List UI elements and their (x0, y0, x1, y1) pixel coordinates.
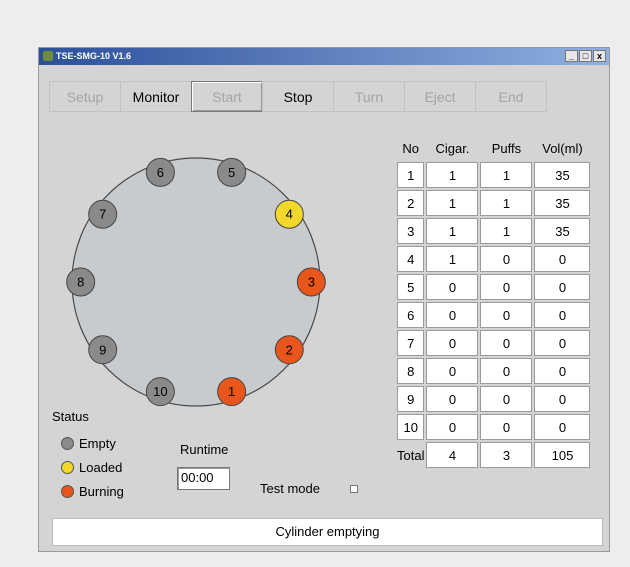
table-total-row: Total 4 3 105 (397, 442, 591, 468)
cylinder-disc (71, 157, 321, 407)
cigar-cell: 0 (426, 386, 479, 412)
row-number: 5 (397, 274, 425, 300)
port-9-label: 9 (99, 342, 106, 357)
loaded-status-dot-icon (61, 460, 74, 474)
vol-cell: 35 (534, 218, 591, 244)
port-4: 4 (274, 199, 304, 229)
test-mode-checkbox[interactable] (350, 485, 358, 493)
cigar-cell: 1 (426, 190, 479, 216)
status-bar: Cylinder emptying (52, 518, 603, 546)
legend-burning: Burning (61, 479, 124, 503)
port-1-label: 1 (228, 384, 235, 399)
table-row: 10 0 0 0 (397, 414, 591, 440)
row-number: 2 (397, 190, 425, 216)
port-5: 5 (217, 157, 247, 187)
row-number: 3 (397, 218, 425, 244)
total-vol: 105 (534, 442, 591, 468)
legend-burning-label: Burning (79, 483, 124, 499)
puffs-cell: 1 (480, 190, 533, 216)
header-vol: Vol(ml) (542, 140, 583, 156)
table-row: 3 1 1 35 (397, 218, 591, 244)
vol-cell: 0 (534, 414, 591, 440)
port-8-label: 8 (77, 275, 84, 290)
vol-cell: 35 (534, 162, 591, 188)
total-puffs: 3 (480, 442, 533, 468)
results-table: No Cigar. Puffs Vol(ml) 1 1 1 35 2 1 1 35 3 1 1 35 4… (395, 134, 592, 470)
vol-cell: 0 (534, 302, 591, 328)
puffs-cell: 0 (480, 246, 533, 272)
cigar-cell: 0 (426, 302, 479, 328)
vol-cell: 0 (534, 330, 591, 356)
empty-status-dot-icon (61, 436, 74, 450)
legend-loaded-label: Loaded (79, 459, 123, 475)
port-2-label: 2 (286, 342, 293, 357)
runtime-field: 00:00 (177, 467, 230, 490)
table-header-row: No Cigar. Puffs Vol(ml) (397, 136, 590, 160)
table-row: 8000 (397, 358, 591, 384)
puffs-cell: 1 (480, 218, 533, 244)
row-number: 6 (397, 302, 425, 328)
cigar-cell: 0 (426, 414, 479, 440)
puffs-cell: 0 (480, 358, 533, 384)
port-7-label: 7 (99, 207, 106, 222)
legend-empty-label: Empty (79, 435, 116, 451)
port-8: 8 (66, 267, 96, 297)
puffs-cell: 0 (480, 414, 533, 440)
vol-cell: 0 (534, 274, 591, 300)
port-4-label: 4 (286, 207, 293, 222)
row-number: 7 (397, 330, 425, 356)
vol-cell: 0 (534, 358, 591, 384)
runtime-label: Runtime (180, 442, 229, 457)
vol-cell: 0 (534, 246, 591, 272)
row-number: 9 (397, 386, 425, 412)
legend-loaded: Loaded (61, 455, 124, 479)
port-6-label: 6 (157, 165, 164, 180)
legend-empty: Empty (61, 431, 124, 455)
puffs-cell: 0 (480, 302, 533, 328)
puffs-cell: 0 (480, 330, 533, 356)
cigar-cell: 1 (426, 246, 479, 272)
port-7: 7 (88, 199, 118, 229)
header-puffs: Puffs (491, 140, 522, 156)
port-10-label: 10 (153, 384, 167, 399)
cigar-cell: 0 (426, 330, 479, 356)
app-window: TSE-SMG-10 V1.6 _ □ x Setup Monitor Star… (38, 47, 610, 552)
row-number: 10 (397, 414, 425, 440)
table-row: 5000 (397, 274, 591, 300)
puffs-cell: 0 (480, 274, 533, 300)
vol-cell: 0 (534, 386, 591, 412)
cigar-cell: 0 (426, 358, 479, 384)
port-5-label: 5 (228, 165, 235, 180)
header-cigar: Cigar. (435, 140, 470, 156)
table-row: 4100 (397, 246, 591, 272)
port-3-label: 3 (308, 275, 315, 290)
puffs-cell: 0 (480, 386, 533, 412)
total-cigar: 4 (426, 442, 479, 468)
row-number: 1 (397, 162, 425, 188)
total-label: Total (397, 447, 425, 463)
port-1: 1 (217, 377, 247, 407)
table-row: 7000 (397, 330, 591, 356)
status-title: Status (52, 409, 89, 424)
port-2: 2 (274, 335, 304, 365)
port-3: 3 (296, 267, 326, 297)
cigar-cell: 1 (426, 162, 479, 188)
cigar-cell: 1 (426, 218, 479, 244)
port-10: 10 (145, 377, 175, 407)
table-row: 9000 (397, 386, 591, 412)
table-row: 2 1 1 35 (397, 190, 591, 216)
vol-cell: 35 (534, 190, 591, 216)
test-mode-label: Test mode (260, 481, 320, 496)
header-no: No (402, 140, 420, 156)
port-9: 9 (88, 335, 118, 365)
table-row: 1 1 1 35 (397, 162, 591, 188)
status-legend: Empty Loaded Burning (61, 431, 124, 503)
row-number: 4 (397, 246, 425, 272)
port-6: 6 (145, 157, 175, 187)
table-row: 6000 (397, 302, 591, 328)
row-number: 8 (397, 358, 425, 384)
burning-status-dot-icon (61, 484, 74, 498)
cigar-cell: 0 (426, 274, 479, 300)
puffs-cell: 1 (480, 162, 533, 188)
